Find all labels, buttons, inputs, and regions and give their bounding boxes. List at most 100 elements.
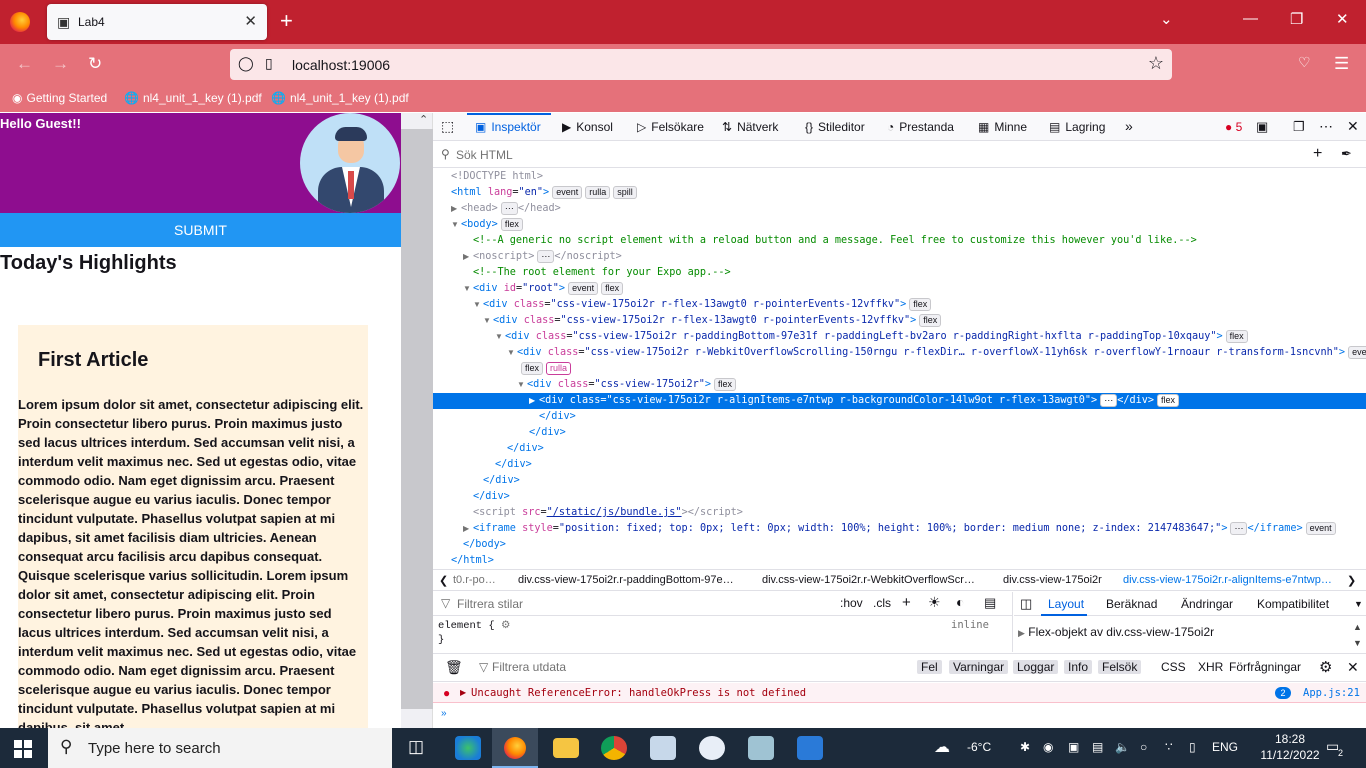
tab-network[interactable]: ⇅ Nätverk	[722, 120, 778, 134]
flex-badge[interactable]: flex	[500, 218, 523, 231]
print-icon[interactable]: ▤	[984, 595, 996, 611]
url-text[interactable]: localhost:19006	[292, 57, 390, 73]
event-badge[interactable]: event	[568, 282, 599, 295]
markup-line[interactable]: <!DOCTYPE html>	[433, 169, 1366, 185]
expand-icon[interactable]: ▶	[1018, 628, 1025, 638]
event-badge[interactable]: event	[1348, 346, 1366, 359]
flex-badge[interactable]: flex	[601, 282, 624, 295]
flex-item-section[interactable]: ▶ Flex-objekt av div.css-view-175oi2r	[1018, 625, 1214, 639]
filter-requests-button[interactable]: Förfrågningar	[1225, 660, 1305, 674]
scroll-up-icon[interactable]: ▲	[1353, 622, 1362, 632]
filter-info-button[interactable]: Info	[1064, 660, 1093, 674]
markup-line-selected[interactable]: ▶ <div class="css-view-175oi2r r-alignIte…	[433, 393, 1366, 409]
bookmark-star-icon[interactable]: ☆	[1148, 53, 1164, 74]
breadcrumb-prev-icon[interactable]: ❮	[439, 574, 448, 587]
task-view-icon[interactable]: ◫	[408, 737, 424, 757]
markup-line[interactable]: ▶ <iframe style="position: fixed; top: 0p…	[433, 521, 1366, 537]
reload-icon[interactable]: ↻	[88, 54, 102, 74]
breadcrumb-next-icon[interactable]: ❯	[1347, 574, 1356, 587]
collapse-icon[interactable]: ▼	[495, 329, 505, 345]
event-badge[interactable]: event	[552, 186, 583, 199]
expand-icon[interactable]: ▶	[451, 201, 461, 217]
file-explorer-icon[interactable]	[553, 738, 579, 758]
restore-icon[interactable]: ❐	[1290, 10, 1303, 28]
volume-icon[interactable]: 🔈	[1115, 740, 1130, 754]
element-rule[interactable]: element { ⚙}	[438, 619, 510, 647]
collapse-icon[interactable]: ▼	[507, 345, 517, 361]
markup-line[interactable]: ▼ <div class="css-view-175oi2r r-WebkitOv…	[433, 345, 1366, 361]
windows-start-icon[interactable]	[14, 740, 32, 758]
page-info-icon[interactable]: ▯	[265, 55, 273, 72]
console-prompt-icon[interactable]: »	[441, 708, 447, 719]
flex-badge[interactable]: flex	[521, 362, 544, 375]
tab-debugger[interactable]: ▷ Felsökare	[637, 120, 704, 134]
responsive-design-icon[interactable]: ▣	[1256, 119, 1268, 135]
markup-line[interactable]: <!--The root element for your Expo app.-…	[433, 265, 1366, 281]
dock-icon[interactable]: ❐	[1293, 119, 1305, 135]
html-search-bar[interactable]: ⚲ Sök HTML + ✒	[433, 142, 1366, 168]
ellipsis-badge[interactable]: ⋯	[1100, 394, 1118, 407]
list-tabs-icon[interactable]: ⌄	[1160, 10, 1173, 28]
url-bar[interactable]: ◯ ▯ localhost:19006 ☆	[230, 49, 1172, 80]
tab-memory[interactable]: ▦ Minne	[978, 120, 1027, 134]
dark-scheme-icon[interactable]: ◐	[956, 594, 964, 610]
classes-button[interactable]: .cls	[873, 596, 891, 610]
flex-badge[interactable]: flex	[1157, 394, 1180, 407]
hover-states-button[interactable]: :hov	[840, 596, 863, 610]
weather-temp[interactable]: -6°C	[967, 740, 991, 754]
bookmark-item[interactable]: 🌐 nl4_unit_1_key (1).pdf	[271, 91, 409, 105]
bookmark-item[interactable]: 🌐 nl4_unit_1_key (1).pdf	[124, 91, 262, 105]
scrollbar-thumb[interactable]	[401, 129, 433, 709]
taskbar-search-input[interactable]: Type here to search	[88, 740, 221, 757]
markup-line[interactable]: </div>	[433, 425, 1366, 441]
light-scheme-icon[interactable]: ☀	[928, 594, 941, 611]
markup-line[interactable]: </div>	[433, 489, 1366, 505]
back-icon[interactable]: ←	[16, 54, 33, 74]
tab-compatibility[interactable]: Kompatibilitet	[1257, 597, 1329, 611]
filter-styles-input[interactable]: Filtrera stilar	[457, 597, 523, 611]
shield-icon[interactable]: ◯	[238, 55, 254, 72]
gear-icon[interactable]: ⚙	[501, 620, 510, 632]
notes-icon[interactable]	[748, 736, 774, 760]
browser-tab[interactable]: ▣ Lab4 ✕	[47, 4, 267, 40]
markup-line[interactable]: ▶ <head> ⋯ </head>	[433, 201, 1366, 217]
markup-line[interactable]: ▼ <div class="css-view-175oi2r"> flex	[433, 377, 1366, 393]
markup-line[interactable]: flex rulla	[433, 361, 1366, 377]
flex-badge[interactable]: flex	[919, 314, 942, 327]
device-icon[interactable]: ▤	[1092, 740, 1103, 754]
ellipsis-badge[interactable]: ⋯	[537, 250, 555, 263]
ellipsis-badge[interactable]: ⋯	[1230, 522, 1248, 535]
collapse-icon[interactable]: ▼	[451, 217, 461, 233]
markup-line[interactable]: </div>	[433, 441, 1366, 457]
markup-line[interactable]: ▼ <div class="css-view-175oi2r r-flex-13a…	[433, 313, 1366, 329]
language-indicator[interactable]: ENG	[1212, 740, 1238, 754]
submit-button[interactable]: SUBMIT	[0, 213, 401, 247]
app-scrollbar[interactable]: ⌃	[401, 113, 433, 728]
add-node-icon[interactable]: +	[1313, 145, 1322, 163]
weather-icon[interactable]: ☁	[934, 737, 950, 757]
close-window-icon[interactable]: ✕	[1336, 10, 1349, 28]
markup-line[interactable]: </div>	[433, 409, 1366, 425]
filter-logs-button[interactable]: Loggar	[1013, 660, 1059, 674]
tab-console[interactable]: ▶ Konsol	[562, 120, 613, 134]
sidebar-toggle-icon[interactable]: ◫	[1020, 596, 1032, 612]
filter-errors-button[interactable]: Fel	[917, 660, 942, 674]
error-indicator[interactable]: ● 5	[1225, 120, 1242, 134]
breadcrumb-item[interactable]: div.css-view-175oi2r	[1003, 574, 1102, 586]
markup-line[interactable]: ▼ <div id="root"> event flex	[433, 281, 1366, 297]
filter-warnings-button[interactable]: Varningar	[949, 660, 1009, 674]
close-devtools-icon[interactable]: ✕	[1347, 118, 1359, 135]
breadcrumb-item[interactable]: div.css-view-175oi2r.r-WebkitOverflowScr…	[762, 574, 975, 586]
options-icon[interactable]: ⋯	[1319, 118, 1333, 135]
collapse-icon[interactable]: ▼	[517, 377, 527, 393]
markup-line[interactable]: <html lang="en"> event rulla spill	[433, 185, 1366, 201]
error-source-link[interactable]: App.js:21	[1303, 687, 1360, 699]
filter-output-input[interactable]: Filtrera utdata	[488, 660, 570, 674]
scroll-badge[interactable]: rulla	[546, 362, 572, 375]
flex-badge[interactable]: flex	[1225, 330, 1248, 343]
flex-badge[interactable]: flex	[909, 298, 932, 311]
element-picker-icon[interactable]: ⬚	[441, 118, 454, 135]
paint-icon[interactable]	[650, 736, 676, 760]
more-tabs-icon[interactable]: »	[1125, 118, 1133, 134]
firefox-menu-icon[interactable]	[10, 12, 30, 32]
